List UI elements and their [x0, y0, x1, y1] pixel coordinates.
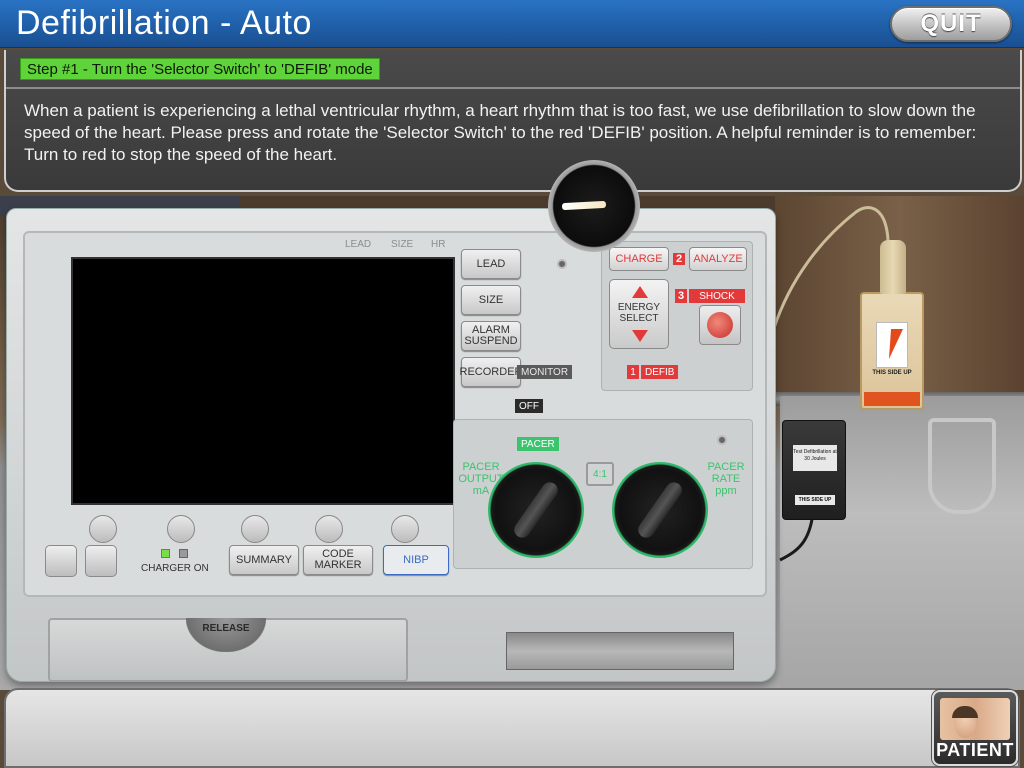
softkey-4-button[interactable] [315, 515, 343, 543]
screen-label-size: SIZE [391, 239, 414, 250]
energy-select-label: ENERGY SELECT [617, 302, 661, 324]
monitor-screen [71, 257, 455, 505]
shock-icon [707, 312, 733, 338]
nibp-button[interactable]: NIBP [383, 545, 449, 575]
release-latch[interactable]: RELEASE [186, 618, 266, 652]
off-label: OFF [515, 399, 543, 413]
bottom-bar [4, 688, 1020, 768]
pads-connector-icon [880, 240, 906, 294]
tester-side-label: THIS SIDE UP [795, 495, 835, 505]
summary-button[interactable]: SUMMARY [229, 545, 299, 575]
pacer-led [717, 435, 727, 445]
step-badge: Step #1 - Turn the 'Selector Switch' to … [20, 58, 380, 80]
softkey-3-button[interactable] [241, 515, 269, 543]
screen-label-lead: LEAD [345, 239, 372, 250]
step-1-tag: 1 [627, 365, 639, 379]
softkey-2-button[interactable] [167, 515, 195, 543]
shock-label: SHOCK [689, 289, 745, 303]
indicator-led [557, 259, 567, 269]
monitor-label: MONITOR [517, 365, 573, 379]
charger-led-off-icon [179, 549, 188, 558]
instruction-panel: Step #1 - Turn the 'Selector Switch' to … [4, 50, 1022, 192]
step-3-tag: 3 [675, 289, 687, 303]
charge-button[interactable]: CHARGE [609, 247, 669, 271]
shock-button[interactable] [699, 305, 741, 345]
knob-grip-icon [511, 479, 561, 541]
charger-led-icon [161, 549, 170, 558]
knob-grip-icon [635, 479, 685, 541]
energy-up-icon [632, 286, 648, 298]
pacer-rate-knob[interactable] [612, 462, 708, 558]
pacer-label: PACER [517, 437, 559, 451]
defibrillator-device: LEAD SIZE HR LEAD SIZE ALARM SUSPEND REC… [6, 208, 776, 682]
paddle-holder [928, 418, 996, 514]
patient-hair-icon [952, 706, 978, 718]
tester-label: Test Defibrillation at 30 Joules [793, 445, 837, 471]
energy-down-icon [632, 330, 648, 342]
lead-button[interactable]: LEAD [461, 249, 521, 279]
softkey-5-button[interactable] [391, 515, 419, 543]
display-icon[interactable] [85, 545, 117, 577]
paper-slot [506, 632, 734, 670]
analyze-button[interactable]: ANALYZE [689, 247, 747, 271]
pads-side-label: THIS SIDE UP [872, 370, 912, 376]
patient-button[interactable]: PATIENT [932, 690, 1018, 766]
screen-label-hr: HR [431, 239, 446, 250]
charger-on-label: CHARGER ON [141, 563, 209, 574]
page-title: Defibrillation - Auto [16, 4, 312, 42]
patient-photo [940, 698, 1010, 740]
defib-tester[interactable]: Test Defibrillation at 30 Joules THIS SI… [782, 420, 846, 520]
pacer-output-knob[interactable] [488, 462, 584, 558]
defib-label: DEFIB [641, 365, 679, 379]
selector-switch[interactable] [548, 160, 640, 252]
pacer-rate-label: PACER RATE ppm [707, 461, 745, 497]
code-marker-button[interactable]: CODE MARKER [303, 545, 373, 575]
electrode-pads[interactable]: THIS SIDE UP [860, 240, 924, 410]
recorder-button[interactable]: RECORDER [460, 357, 522, 387]
selector-pointer-icon [561, 200, 607, 211]
instruction-text: When a patient is experiencing a lethal … [24, 101, 977, 164]
app-header: Defibrillation - Auto QUIT [0, 0, 1024, 48]
lightning-bolt-icon [882, 329, 904, 359]
size-button[interactable]: SIZE [461, 285, 521, 315]
volume-icon[interactable] [45, 545, 77, 577]
softkey-1-button[interactable] [89, 515, 117, 543]
quit-button[interactable]: QUIT [890, 6, 1012, 42]
pads-tab [864, 392, 920, 406]
instruction-divider [6, 87, 1020, 89]
patient-label: PATIENT [936, 740, 1014, 760]
ratio-button[interactable]: 4:1 [586, 462, 614, 486]
alarm-suspend-button[interactable]: ALARM SUSPEND [461, 321, 521, 351]
energy-select-button[interactable]: ENERGY SELECT [609, 279, 669, 349]
pads-label-icon [876, 322, 908, 368]
step-2-tag: 2 [673, 253, 685, 265]
